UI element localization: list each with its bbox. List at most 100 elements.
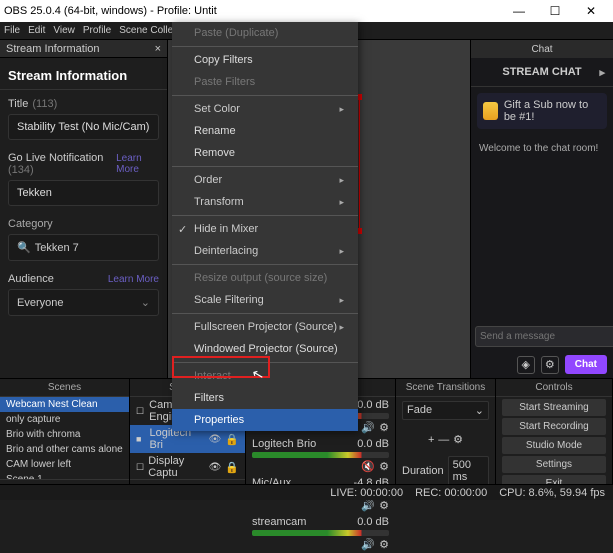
- golive-count: (134): [8, 164, 34, 176]
- mixer-db: 0.0 dB: [357, 516, 389, 528]
- mixer-gear-icon[interactable]: ⚙: [379, 499, 389, 512]
- dock-heading: Stream Information: [0, 58, 167, 90]
- audience-learn-more-link[interactable]: Learn More: [108, 274, 159, 285]
- ctx-fullscreen-projector[interactable]: Fullscreen Projector (Source)▸: [172, 316, 358, 338]
- status-live: LIVE: 00:00:00: [330, 487, 403, 499]
- chat-settings-icon[interactable]: ⚙: [541, 356, 559, 374]
- mixer-db: 0.0 dB: [357, 399, 389, 411]
- transitions-heading: Scene Transitions: [396, 379, 495, 397]
- check-icon: ✓: [178, 223, 187, 236]
- ctx-scale-filtering[interactable]: Scale Filtering▸: [172, 289, 358, 311]
- audience-label: Audience: [8, 273, 54, 285]
- chat-send-button[interactable]: Chat: [565, 355, 607, 374]
- mixer-meter: [252, 452, 389, 458]
- ctx-remove[interactable]: Remove: [172, 142, 358, 164]
- ctx-rename[interactable]: Rename: [172, 120, 358, 142]
- mixer-name: Logitech Brio: [252, 438, 316, 450]
- window-maximize[interactable]: ☐: [537, 0, 573, 22]
- chat-input[interactable]: [475, 326, 613, 347]
- ctx-windowed-projector[interactable]: Windowed Projector (Source): [172, 338, 358, 360]
- transition-add-button[interactable]: +: [428, 434, 434, 446]
- chat-welcome: Welcome to the chat room!: [471, 135, 613, 322]
- ctx-paste-filters: Paste Filters: [172, 71, 358, 93]
- mixer-channel: streamcam 0.0 dB 🔊 ⚙: [246, 514, 395, 553]
- scenes-heading: Scenes: [0, 379, 129, 397]
- control-button[interactable]: Start Streaming: [502, 399, 606, 416]
- window-title: OBS 25.0.4 (64-bit, windows) - Profile: …: [4, 5, 217, 17]
- duration-input[interactable]: 500 ms: [448, 456, 489, 486]
- ctx-filters[interactable]: Filters: [172, 387, 358, 409]
- visibility-icon[interactable]: 👁: [209, 434, 222, 445]
- scene-item[interactable]: only capture: [0, 412, 129, 427]
- speaker-icon[interactable]: 🔊: [361, 421, 375, 434]
- mixer-gear-icon[interactable]: ⚙: [379, 460, 389, 473]
- source-context-menu: Paste (Duplicate) Copy Filters Paste Fil…: [172, 22, 358, 431]
- transition-gear-icon[interactable]: ⚙: [453, 434, 463, 446]
- ctx-properties[interactable]: Properties: [172, 409, 358, 431]
- ctx-order[interactable]: Order▸: [172, 169, 358, 191]
- menu-profile[interactable]: Profile: [83, 25, 111, 36]
- source-type-icon: ☐: [136, 406, 145, 417]
- control-button[interactable]: Settings: [502, 456, 606, 473]
- lock-icon[interactable]: 🔒: [225, 433, 239, 446]
- golive-learn-more-link[interactable]: Learn More: [116, 153, 159, 175]
- golive-input[interactable]: Tekken: [8, 180, 159, 206]
- ctx-transform[interactable]: Transform▸: [172, 191, 358, 213]
- mixer-gear-icon[interactable]: ⚙: [379, 538, 389, 551]
- source-type-icon: ■: [136, 434, 145, 444]
- ctx-copy-filters[interactable]: Copy Filters: [172, 49, 358, 71]
- category-label: Category: [8, 218, 159, 230]
- scene-item[interactable]: Webcam Nest Clean: [0, 397, 129, 412]
- source-item[interactable]: ☐Display Captu👁🔒: [130, 453, 245, 479]
- gift-icon: [483, 102, 498, 120]
- category-search[interactable]: 🔍Tekken 7: [8, 234, 159, 261]
- channel-points-icon[interactable]: ◈: [517, 356, 535, 374]
- chat-collapse-icon[interactable]: ▸: [599, 66, 605, 79]
- dock-tab-close[interactable]: ×: [155, 43, 161, 55]
- mixer-name: streamcam: [252, 516, 306, 528]
- scene-item[interactable]: Brio with chroma: [0, 427, 129, 442]
- status-rec: REC: 00:00:00: [415, 487, 487, 499]
- mixer-channel: Logitech Brio 0.0 dB 🔇 ⚙: [246, 436, 395, 475]
- duration-label: Duration: [402, 465, 444, 477]
- chat-tab[interactable]: Chat: [471, 40, 613, 58]
- control-button[interactable]: Start Recording: [502, 418, 606, 435]
- dock-tab-label[interactable]: Stream Information: [6, 43, 100, 55]
- chat-heading: STREAM CHAT: [502, 66, 581, 78]
- ctx-resize-output: Resize output (source size): [172, 267, 358, 289]
- lock-icon[interactable]: 🔒: [225, 461, 239, 474]
- chevron-down-icon: ⌄: [141, 296, 150, 309]
- control-button[interactable]: Studio Mode: [502, 437, 606, 454]
- mixer-db: 0.0 dB: [357, 438, 389, 450]
- audience-select[interactable]: Everyone⌄: [8, 289, 159, 316]
- menu-view[interactable]: View: [53, 25, 75, 36]
- speaker-icon[interactable]: 🔇: [361, 460, 375, 473]
- speaker-icon[interactable]: 🔊: [361, 538, 375, 551]
- menu-file[interactable]: File: [4, 25, 20, 36]
- menu-edit[interactable]: Edit: [28, 25, 45, 36]
- speaker-icon[interactable]: 🔊: [361, 499, 375, 512]
- title-input[interactable]: Stability Test (No Mic/Cam): [8, 114, 159, 140]
- golive-label: Go Live Notification: [8, 152, 103, 164]
- ctx-hide-in-mixer[interactable]: ✓Hide in Mixer: [172, 218, 358, 240]
- mixer-gear-icon[interactable]: ⚙: [379, 421, 389, 434]
- ctx-paste-duplicate: Paste (Duplicate): [172, 22, 358, 44]
- controls-heading: Controls: [496, 379, 612, 397]
- title-label: Title: [8, 98, 28, 110]
- window-close[interactable]: ✕: [573, 0, 609, 22]
- ctx-deinterlacing[interactable]: Deinterlacing▸: [172, 240, 358, 262]
- ctx-interact: Interact: [172, 365, 358, 387]
- ctx-set-color[interactable]: Set Color▸: [172, 98, 358, 120]
- gift-sub-promo[interactable]: Gift a Sub now to be #1!: [477, 93, 607, 129]
- title-count: (113): [32, 98, 57, 110]
- transition-select[interactable]: Fade⌄: [402, 401, 489, 420]
- transition-remove-button[interactable]: —: [438, 434, 449, 446]
- visibility-icon[interactable]: 👁: [209, 462, 222, 473]
- submenu-arrow-icon: ▸: [339, 104, 344, 115]
- scene-item[interactable]: Scene 1: [0, 472, 129, 479]
- window-minimize[interactable]: —: [501, 0, 537, 22]
- scene-item[interactable]: CAM lower left: [0, 457, 129, 472]
- source-type-icon: ☐: [136, 462, 144, 473]
- scene-item[interactable]: Brio and other cams alone: [0, 442, 129, 457]
- status-cpu: CPU: 8.6%, 59.94 fps: [499, 487, 605, 499]
